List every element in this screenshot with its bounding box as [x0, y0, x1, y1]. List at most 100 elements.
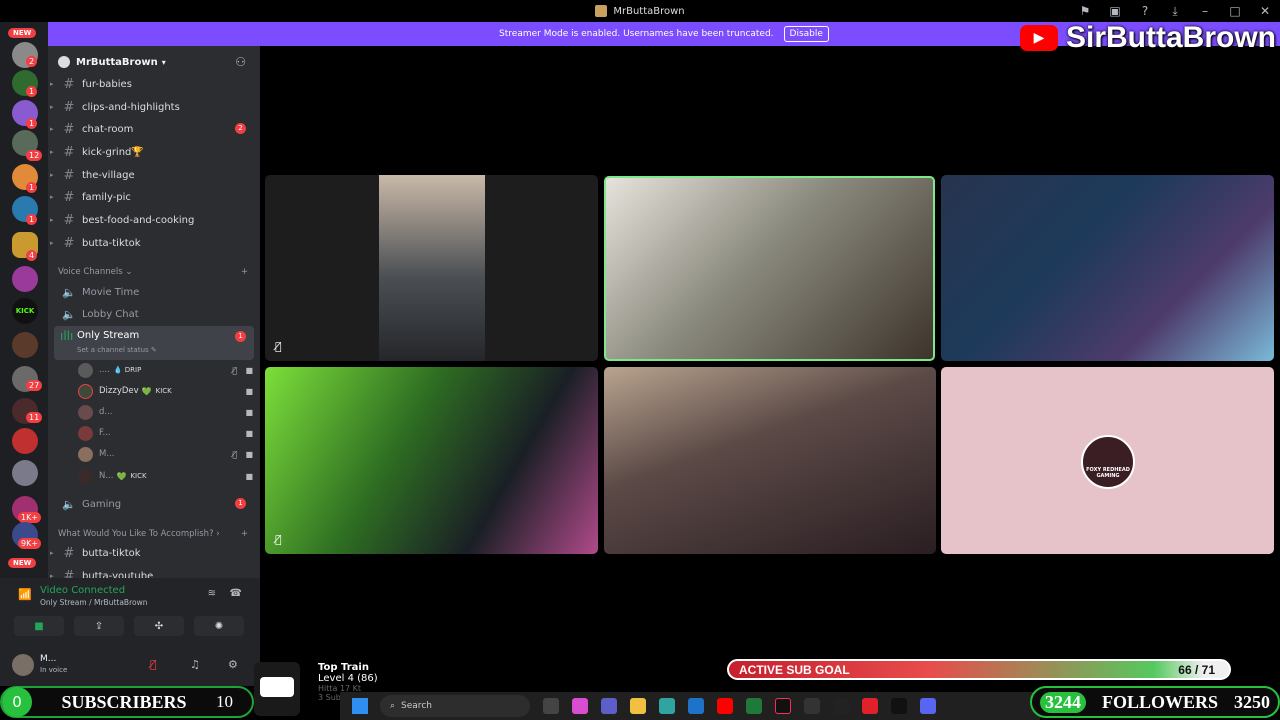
channel-family-pic[interactable]: ▸ # family-pic — [48, 186, 260, 208]
server-rail: NEW 2 1 1 12 1 1 4 KICK 27 11 1K+ 9K+ NE… — [0, 22, 48, 592]
new-pill-top[interactable]: NEW — [8, 28, 37, 38]
mic-muted-icon: 🎙̸ — [232, 449, 237, 459]
search-icon: ⌕ — [390, 701, 396, 711]
avatar — [78, 446, 93, 462]
camera-icon: ■ — [245, 407, 253, 417]
windows-start-icon[interactable] — [352, 698, 368, 714]
channel-sidebar: MrButtaBrown ▾ ⚇ ▸ # fur-babies ▸ # clips-an… — [48, 46, 260, 582]
chevron-right-icon: › — [216, 529, 220, 539]
voice-channel-movie-time[interactable]: 🔈 Movie Time — [48, 281, 260, 303]
voice-connected-panel: 📶 Video Connected Only Stream / MrButtaB… — [0, 578, 260, 642]
video-tile-3[interactable] — [941, 175, 1274, 361]
inbox-icon[interactable]: ⚑ — [1070, 4, 1100, 18]
headphones-icon[interactable]: ♫ — [190, 658, 200, 671]
voice-user[interactable]: d... ■ — [78, 402, 253, 422]
settings-icon[interactable]: ⚙ — [228, 658, 238, 671]
chevron-right-icon: ▸ — [50, 171, 54, 179]
channel-the-village[interactable]: ▸ # the-village — [48, 164, 260, 186]
title-actions: ⚑ ▣ ? ⤓ – □ ✕ — [1070, 0, 1280, 22]
channel-label: Gaming — [82, 498, 122, 510]
video-tile-6-avatar[interactable]: FOXY REDHEAD GAMING — [941, 367, 1274, 554]
video-tile-5[interactable] — [604, 367, 936, 554]
noise-suppression-icon[interactable]: ≋ — [208, 588, 216, 599]
app-icon-red[interactable] — [862, 698, 878, 714]
taskbar-search[interactable]: ⌕ Search — [380, 695, 530, 717]
hash-icon: # — [63, 545, 75, 561]
voice-path[interactable]: Only Stream / MrButtaBrown — [40, 598, 147, 607]
video-tile-1[interactable]: 🎙̸ — [265, 175, 598, 361]
server-badge: 1 — [26, 86, 38, 97]
voice-channel-lobby-chat[interactable]: 🔈 Lobby Chat — [48, 303, 260, 325]
disconnect-icon[interactable]: ☎ — [230, 588, 242, 599]
video-tile-4[interactable]: 🎙̸ — [265, 367, 598, 554]
help-icon[interactable]: ? — [1130, 4, 1160, 18]
voice-user[interactable]: DizzyDev 💚 KICK ■ — [78, 381, 253, 401]
edge-icon[interactable] — [659, 698, 675, 714]
add-channel-icon[interactable]: + — [241, 529, 248, 539]
kick-server-icon[interactable]: KICK — [12, 298, 38, 324]
call-of-duty-icon[interactable] — [833, 698, 849, 714]
mic-muted-icon: 🎙̸ — [275, 533, 282, 546]
youtube-app-icon[interactable] — [717, 698, 733, 714]
maximize-button[interactable]: □ — [1220, 4, 1250, 18]
voice-channel-gaming[interactable]: 🔈 Gaming 1 — [48, 493, 260, 515]
voice-user[interactable]: N... 💚 KICK ■ — [78, 466, 253, 486]
teams-icon[interactable] — [601, 698, 617, 714]
discord-icon[interactable] — [920, 698, 936, 714]
channel-clips-and-highlights[interactable]: ▸ # clips-and-highlights — [48, 96, 260, 118]
store-icon[interactable] — [688, 698, 704, 714]
add-channel-icon[interactable]: + — [241, 267, 248, 277]
copilot-icon[interactable] — [572, 698, 588, 714]
avatar — [78, 468, 93, 484]
category-voice-channels[interactable]: Voice Channels ⌄ + — [58, 267, 248, 277]
signal-icon[interactable]: 📶 — [18, 588, 32, 601]
category-label: What Would You Like To Accomplish? — [58, 529, 214, 539]
excel-icon[interactable] — [746, 698, 762, 714]
video-tile-2-speaking[interactable] — [604, 176, 935, 361]
task-view-icon[interactable] — [543, 698, 559, 714]
camera-button[interactable]: ■ — [14, 616, 64, 636]
server-badge: 9K+ — [18, 538, 42, 549]
download-icon[interactable]: ⤓ — [1160, 4, 1190, 19]
voice-user[interactable]: .... 💧 DRIP 🎙̸ ■ — [78, 360, 253, 380]
share-screen-button[interactable]: ⇪ — [74, 616, 124, 636]
minimize-button[interactable]: – — [1190, 4, 1220, 18]
channel-butta-tiktok[interactable]: ▸ # butta-tiktok — [48, 232, 260, 254]
voice-user[interactable]: M... 🎙̸ ■ — [78, 444, 253, 464]
foxy-redhead-gaming-logo: FOXY REDHEAD GAMING — [1081, 435, 1135, 489]
capcut-icon[interactable] — [891, 698, 907, 714]
new-pill-bottom[interactable]: NEW — [8, 558, 37, 568]
tiktok-icon[interactable] — [775, 698, 791, 714]
mic-muted-icon[interactable]: 🎙̸ — [150, 658, 157, 671]
channel-kick-grind[interactable]: ▸ # kick-grind🏆 — [48, 141, 260, 163]
server-icon-14[interactable] — [12, 460, 38, 486]
screen-icon[interactable]: ▣ — [1100, 4, 1130, 18]
disable-button[interactable]: Disable — [783, 26, 829, 42]
voice-user[interactable]: F... ■ — [78, 423, 253, 443]
camera-icon: ■ — [245, 386, 253, 396]
activities-button[interactable]: ✣ — [134, 616, 184, 636]
channel-butta-tiktok-2[interactable]: ▸ # butta-tiktok — [48, 542, 260, 564]
server-icon-10[interactable] — [12, 332, 38, 358]
close-button[interactable]: ✕ — [1250, 4, 1280, 18]
mic-muted-icon: 🎙̸ — [232, 365, 237, 375]
channel-best-food-and-cooking[interactable]: ▸ # best-food-and-cooking — [48, 209, 260, 231]
server-icon-13[interactable] — [12, 428, 38, 454]
soundboard-icon: ✺ — [214, 620, 224, 632]
server-icon-8[interactable] — [12, 266, 38, 292]
taskbar: ⌕ Search — [340, 692, 1040, 720]
channel-fur-babies[interactable]: ▸ # fur-babies — [48, 73, 260, 95]
avatar[interactable] — [12, 654, 34, 676]
obs-icon[interactable] — [804, 698, 820, 714]
channel-chat-room[interactable]: ▸ # chat-room 2 — [48, 118, 260, 140]
category-accomplish[interactable]: What Would You Like To Accomplish? › + — [58, 529, 248, 539]
channel-label: kick-grind🏆 — [82, 146, 144, 158]
add-member-icon[interactable]: ⚇ — [235, 55, 246, 69]
soundboard-button[interactable]: ✺ — [194, 616, 244, 636]
channel-status[interactable]: Set a channel status ✎ — [77, 346, 157, 354]
activities-icon: ✣ — [154, 620, 164, 632]
chevron-right-icon: ▸ — [50, 193, 54, 201]
train-icon — [254, 662, 300, 716]
voice-channel-only-stream[interactable]: ıllı Only Stream Set a channel status ✎ … — [54, 326, 254, 360]
file-explorer-icon[interactable] — [630, 698, 646, 714]
